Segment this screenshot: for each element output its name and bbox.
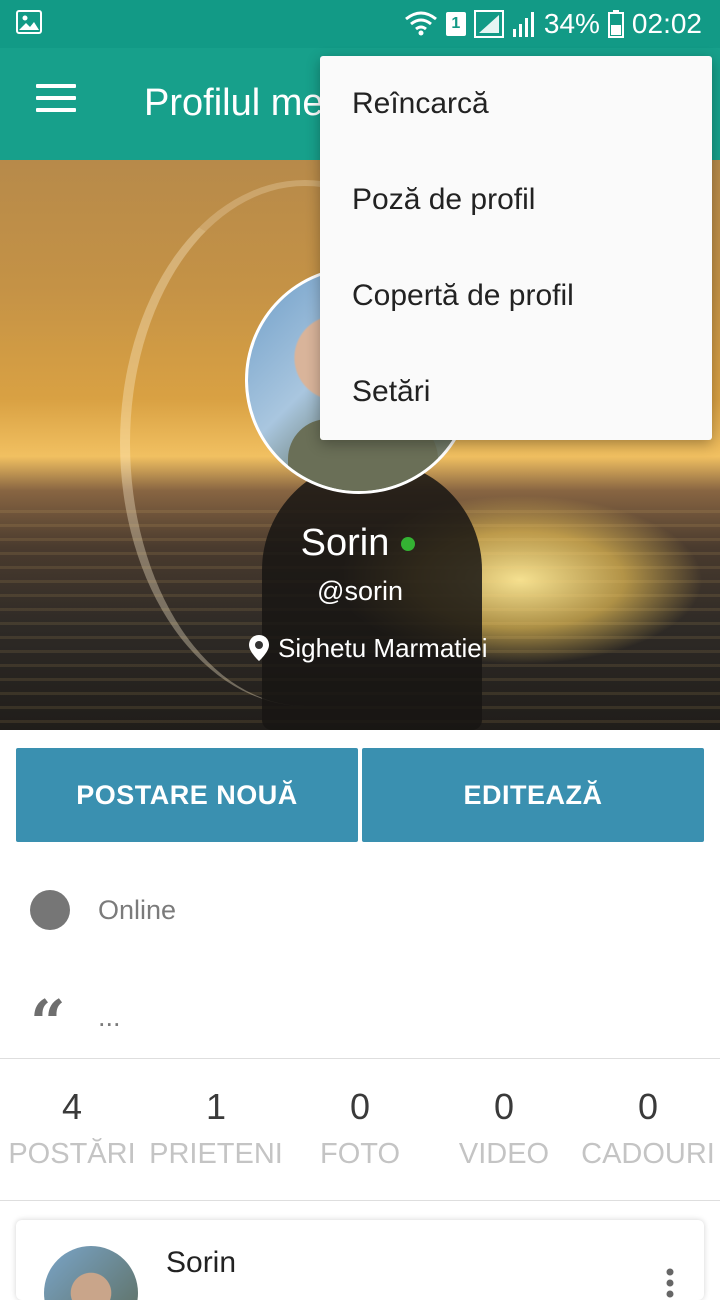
bio-row: “ ...	[30, 990, 121, 1054]
new-post-button[interactable]: POSTARE NOUĂ	[16, 748, 358, 842]
wifi-icon	[404, 11, 437, 36]
signal-icon	[473, 10, 504, 38]
post-author-name[interactable]: Sorin	[166, 1246, 236, 1280]
post-author-avatar[interactable]	[44, 1246, 138, 1300]
stat-count: 1	[205, 1086, 227, 1127]
menu-item-cover-photo[interactable]: Copertă de profil	[320, 248, 712, 344]
profile-name: Sorin	[300, 522, 390, 564]
signal-icon	[512, 12, 534, 37]
location-pin-icon	[249, 635, 269, 661]
edit-profile-button[interactable]: EDITEAZĂ	[362, 748, 704, 842]
status-bar: 1 34% 02:02	[0, 0, 720, 48]
stat-label: PRIETENI	[149, 1138, 283, 1170]
stat-videos[interactable]: 0 VIDEO	[432, 1086, 576, 1171]
stat-count: 4	[61, 1086, 83, 1127]
stat-posts[interactable]: 4 POSTĂRI	[0, 1086, 144, 1171]
divider	[0, 1200, 720, 1201]
status-text: Online	[98, 894, 177, 925]
hamburger-icon[interactable]	[36, 84, 76, 124]
profile-location: Sighetu Marmatiei	[248, 630, 488, 666]
menu-item-reload[interactable]: Reîncarcă	[320, 56, 712, 152]
location-text: Sighetu Marmatiei	[278, 632, 488, 663]
clock: 02:02	[631, 8, 702, 39]
overflow-menu: Reîncarcă Poză de profil Copertă de prof…	[320, 56, 712, 440]
stat-friends[interactable]: 1 PRIETENI	[144, 1086, 288, 1171]
menu-item-profile-photo[interactable]: Poză de profil	[320, 152, 712, 248]
stat-count: 0	[493, 1086, 515, 1127]
stats-row: 4 POSTĂRI 1 PRIETENI 0 FOTO 0 VIDEO 0 CA…	[0, 1086, 720, 1171]
bio-text: ...	[98, 1001, 121, 1032]
stat-gifts[interactable]: 0 CADOURI	[576, 1086, 720, 1171]
stat-label: VIDEO	[458, 1138, 550, 1170]
divider	[0, 1058, 720, 1059]
battery-percent: 34%	[543, 8, 600, 39]
quote-icon: “	[30, 986, 66, 1059]
stat-count: 0	[349, 1086, 371, 1127]
status-row: Online	[30, 888, 176, 932]
stat-label: FOTO	[319, 1138, 401, 1170]
page-title: Profilul meu	[144, 82, 345, 124]
stat-label: CADOURI	[581, 1138, 715, 1170]
post-card[interactable]: Sorin	[16, 1220, 704, 1300]
profile-username: @sorin	[317, 576, 403, 606]
status-indicator-icon	[30, 890, 70, 930]
menu-item-settings[interactable]: Setări	[320, 344, 712, 440]
more-options-icon[interactable]	[666, 1268, 674, 1298]
stat-photos[interactable]: 0 FOTO	[288, 1086, 432, 1171]
gallery-icon	[16, 10, 42, 34]
stat-label: POSTĂRI	[8, 1138, 136, 1170]
battery-icon	[607, 10, 624, 38]
stat-count: 0	[637, 1086, 659, 1127]
online-indicator	[401, 537, 415, 551]
sim-icon: 1	[445, 12, 466, 36]
